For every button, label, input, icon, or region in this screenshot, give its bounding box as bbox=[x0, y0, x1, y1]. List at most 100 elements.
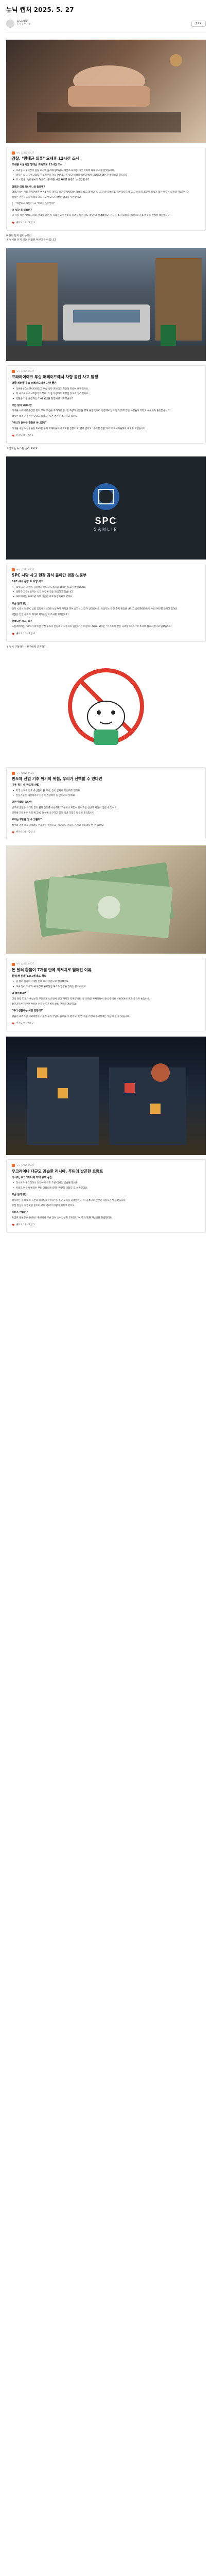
source-icon bbox=[12, 1164, 15, 1167]
reaction-bar[interactable]: ♥ 좋아요 17 · 댓글 5 bbox=[12, 1223, 200, 1228]
heart-icon[interactable]: ♥ bbox=[12, 1223, 14, 1228]
heart-icon[interactable]: ♥ bbox=[12, 1022, 14, 1026]
section-heading: 무슨 일이냐면 bbox=[12, 1194, 27, 1197]
article-photo bbox=[6, 39, 206, 143]
article-headline[interactable]: SPC 사망 사고 현장 감식 돌아간 경찰·노동부 bbox=[12, 573, 200, 578]
bullet: 기후 변화로 반도체 산업이 물 부족, 전력 문제에 직면하고 있어요. bbox=[12, 789, 200, 793]
section-heading: 무슨 일이 있었냐면 bbox=[12, 404, 32, 408]
follow-button[interactable]: 팔로우 bbox=[191, 20, 206, 27]
spc-logo-subtext: SAMLIP bbox=[94, 527, 118, 532]
heart-icon[interactable]: ♥ bbox=[12, 221, 14, 226]
paragraph: 반도체 공장은 막대한 양의 물과 전기를 사용해요. 가뭄이나 폭염이 잦아지… bbox=[12, 806, 118, 809]
reaction-bar[interactable]: ♥ 좋아요 9 · 댓글 2 bbox=[12, 1022, 200, 1026]
article-4: 뉴닉 | 2025.05.27 반도체 산업 기후 위기의 위협, 우리가 선택… bbox=[0, 654, 212, 841]
reaction-bar[interactable]: ♥ 좋아요 8 · 댓글 1 bbox=[12, 434, 200, 438]
source-icon bbox=[12, 771, 15, 775]
article-card[interactable]: 뉴닉 | 2025.05.27 반도체 산업 기후 위기의 위협, 우리가 선택… bbox=[6, 767, 206, 841]
article-5: 뉴닉 | 2025.05.27 돈 달러 환율이 7개월 만에 최저치로 떨어진… bbox=[0, 845, 212, 1032]
paragraph: 명태균씨는 여러 정치인에게 여론조사를 해주고 대가를 받았다는 의혹을 받고… bbox=[12, 191, 190, 194]
source-icon bbox=[12, 568, 15, 571]
article-source: 뉴닉 | 2025.05.27 bbox=[12, 369, 200, 374]
author-row: 뉴닉(바이 2025.05.27 팔로우 bbox=[6, 19, 206, 29]
reaction-bar[interactable]: ♥ 좋아요 15 · 댓글 6 bbox=[12, 632, 200, 637]
character-illustration bbox=[6, 654, 206, 763]
source-label: 뉴닉 | 2025.05.27 bbox=[16, 369, 34, 372]
page-header: 뉴닉 캡처 2025. 5. 27 뉴닉(바이 2025.05.27 팔로우 bbox=[0, 0, 212, 36]
paragraph: 미국 경제 지표가 예상보다 부진하게 나오면서 달러 가치가 약해졌어요. 또… bbox=[12, 997, 150, 1001]
article-lead: 원·달러 환율 1360원대로 하락 bbox=[12, 974, 47, 978]
section-heading: 어떤 위협이 있냐면 bbox=[12, 801, 32, 804]
article-headline[interactable]: 우크라이나 대규모 공습한 러시아, 푸틴에 발끈한 트럼프 bbox=[12, 1169, 200, 1174]
article-card[interactable]: 뉴닉 | 2025.05.27 프라하이야크 우승 퍼레이드에서 차량 돌진 사… bbox=[6, 365, 206, 444]
page-title: 뉴닉 캡처 2025. 5. 27 bbox=[6, 6, 74, 13]
article-headline[interactable]: 돈 달러 환율이 7개월 만에 최저치로 떨어진 이유 bbox=[12, 968, 200, 973]
heart-icon[interactable]: ♥ bbox=[12, 434, 14, 438]
source-label: 뉴닉 | 2025.05.27 bbox=[16, 151, 34, 154]
section-heading: "우리 생활에는 어떤 영향이?" bbox=[12, 1010, 44, 1013]
bullet: 러시아가 우크라이나 전역에 대규모 드론·미사일 공습을 했어요. bbox=[12, 1181, 200, 1185]
author-name[interactable]: 뉴닉(바이 bbox=[17, 20, 191, 24]
paragraph: 트럼프 대통령은 SNS에 "푸틴에게 무슨 일이 일어났는지 모르겠다"며 추… bbox=[12, 1216, 113, 1219]
photo-illustration bbox=[37, 54, 182, 132]
section-heading: "우리가 원하던 결말은 아니었다" bbox=[12, 422, 47, 425]
article-lead: 러시아, 우크라이나에 최대 규모 공습 bbox=[12, 1176, 52, 1179]
source-label: 뉴닉 | 2025.05.27 bbox=[16, 962, 34, 965]
article-2: 뉴닉 | 2025.05.27 프라하이야크 우승 퍼레이드에서 차량 돌진 사… bbox=[0, 247, 212, 451]
bullet: 경찰은 차량 운전자인 53세 남성을 현장에서 체포했습니다. bbox=[12, 397, 200, 401]
photo-illustration bbox=[34, 862, 174, 939]
reaction-count: 좋아요 17 · 댓글 5 bbox=[16, 1224, 35, 1227]
article-photo bbox=[6, 247, 206, 361]
bullet: 검찰은 오 시장이 2021년 보궐선거 당시 여론조사를 받고 비용을 후원자… bbox=[12, 174, 200, 178]
post-date: 2025.05.27 bbox=[17, 24, 30, 27]
reaction-count: 좋아요 15 · 댓글 6 bbox=[16, 632, 35, 635]
avatar[interactable] bbox=[6, 19, 14, 28]
article-lead: 영국 리버풀 우승 퍼레이드에서 차량 돌진 bbox=[12, 382, 57, 385]
section-heading: 무슨 일이냐면 bbox=[12, 602, 27, 605]
source-label: 뉴닉 | 2025.05.27 bbox=[16, 568, 34, 571]
paragraph: 경기 시흥시의 SPC 삼립 공장에서 50대 노동자가 기계에 끼어 숨지는 … bbox=[12, 608, 179, 611]
bullet: 오세훈 서울시장이 검찰 조사에 출석해 명태균씨 여론조사 비용 대납 의혹에… bbox=[12, 169, 200, 173]
paragraph: 리버풀 시내에서 수십만 명이 모여 우승을 축하하던 중, 한 차량이 군중을… bbox=[12, 410, 171, 413]
article-card[interactable]: 뉴닉 | 2025.05.27 우크라이나 대규모 공습한 러시아, 푸틴에 발… bbox=[6, 1159, 206, 1233]
bullet: 이 사고로 최소 47명이 다쳤고, 그 중 어린이도 포함된 것으로 알려졌어… bbox=[12, 392, 200, 396]
article-source: 뉴닉 | 2025.05.27 bbox=[12, 772, 200, 775]
bullet: 미국 달러 약세와 국내 정치 불확실성 해소가 영향을 줬다는 분석이에요. bbox=[12, 985, 200, 989]
article-photo bbox=[6, 654, 206, 763]
article-card[interactable]: 뉴닉 | 2025.05.27 SPC 사망 사고 현장 감식 돌아간 경찰·노… bbox=[6, 563, 206, 642]
paragraph: 러시아는 수백 대의 드론과 미사일로 키이우 등 주요 도시를 공격했어요. … bbox=[12, 1199, 127, 1202]
source-label: 뉴닉 | 2025.05.27 bbox=[16, 1164, 34, 1167]
paragraph: 전문가들은 당분간 환율이 안정적인 흐름을 보일 것으로 예상해요. bbox=[12, 1003, 77, 1006]
article-lead: SPC 샤니 공장 또 사망 사고 bbox=[12, 580, 44, 584]
bullet: 트럼프 미국 대통령은 푸틴 대통령을 향해 "완전히 미쳤다"고 비판했어요. bbox=[12, 1187, 200, 1191]
paragraph: 글로벌 기업들은 이미 RE100 달성을 요구하고 있어 국내 기업도 대응이… bbox=[12, 812, 95, 815]
heart-icon[interactable]: ♥ bbox=[12, 632, 14, 637]
reaction-count: 좋아요 21 · 댓글 4 bbox=[16, 831, 35, 834]
reaction-count: 좋아요 12 · 댓글 3 bbox=[16, 221, 35, 224]
quote: "여론조사 대납?" vs "모르는 일이었다" bbox=[12, 201, 200, 206]
paragraph: 휴전 협상이 진행되던 중이라 국제 사회의 비판이 커지고 있어요. bbox=[12, 1204, 76, 1207]
paragraph: 경찰은 안전 수칙이 제대로 지켜졌는지 조사할 계획입니다. bbox=[12, 613, 69, 616]
note-text: ↑ 원하는 뉴스만 골라 보세요 bbox=[6, 447, 38, 451]
article-card[interactable]: 뉴닉 | 2025.05.27 돈 달러 환율이 7개월 만에 최저치로 떨어진… bbox=[6, 958, 206, 1032]
article-lead: 오세훈 서울시장 명태균 의혹으로 12시간 조사 bbox=[12, 163, 63, 166]
paragraph: 리버풀 구단과 선수들은 SNS를 통해 피해자들에게 위로를 전했어요. 영국… bbox=[12, 427, 146, 430]
author-meta: 뉴닉(바이 2025.05.27 bbox=[17, 20, 191, 27]
bullet: 경찰과 고용노동부는 사고 현장을 합동 감식하고 있습니다. bbox=[12, 590, 200, 595]
article-headline[interactable]: 프라하이야크 우승 퍼레이드에서 차량 돌진 사고 발생 bbox=[12, 375, 200, 380]
paragraph: 경찰은 테러 가능성은 낮다고 밝혔고, 사건 경위를 조사하고 있어요. bbox=[12, 415, 78, 418]
bullet: SPC에서는 2022년 이후 비슷한 사고가 반복되고 있어요. bbox=[12, 595, 200, 599]
article-3: SPC SAMLIP 뉴닉 | 2025.05.27 SPC 사망 사고 현장 … bbox=[0, 456, 212, 650]
source-icon bbox=[12, 370, 15, 374]
source-label: 뉴닉 | 2025.05.27 bbox=[16, 771, 34, 774]
paragraph: 환율이 내려가면 해외여행이나 수입 물가 부담이 줄어들 수 있어요. 반면 … bbox=[12, 1015, 130, 1018]
section-heading: 우리는 무엇을 할 수 있을까? bbox=[12, 819, 42, 822]
section-heading: 명태균 의혹 뭐냐면, 왜 중요해? bbox=[12, 185, 45, 189]
article-headline[interactable]: 반도체 산업 기후 위기의 위협, 우리가 선택할 수 있다면 bbox=[12, 776, 200, 782]
reaction-bar[interactable]: ♥ 좋아요 21 · 댓글 4 bbox=[12, 831, 200, 835]
heart-icon[interactable]: ♥ bbox=[12, 831, 14, 835]
section-heading: 트럼프 반응은? bbox=[12, 1211, 28, 1214]
article-headline[interactable]: 검찰, "명태균 의혹" 오세훈 12시간 조사 bbox=[12, 156, 200, 161]
reaction-bar[interactable]: ♥ 좋아요 12 · 댓글 3 bbox=[12, 221, 200, 226]
section-heading: 오 시장 측 입장은? bbox=[12, 209, 32, 212]
article-card[interactable]: 뉴닉 | 2025.05.27 검찰, "명태균 의혹" 오세훈 12시간 조사… bbox=[6, 146, 206, 231]
